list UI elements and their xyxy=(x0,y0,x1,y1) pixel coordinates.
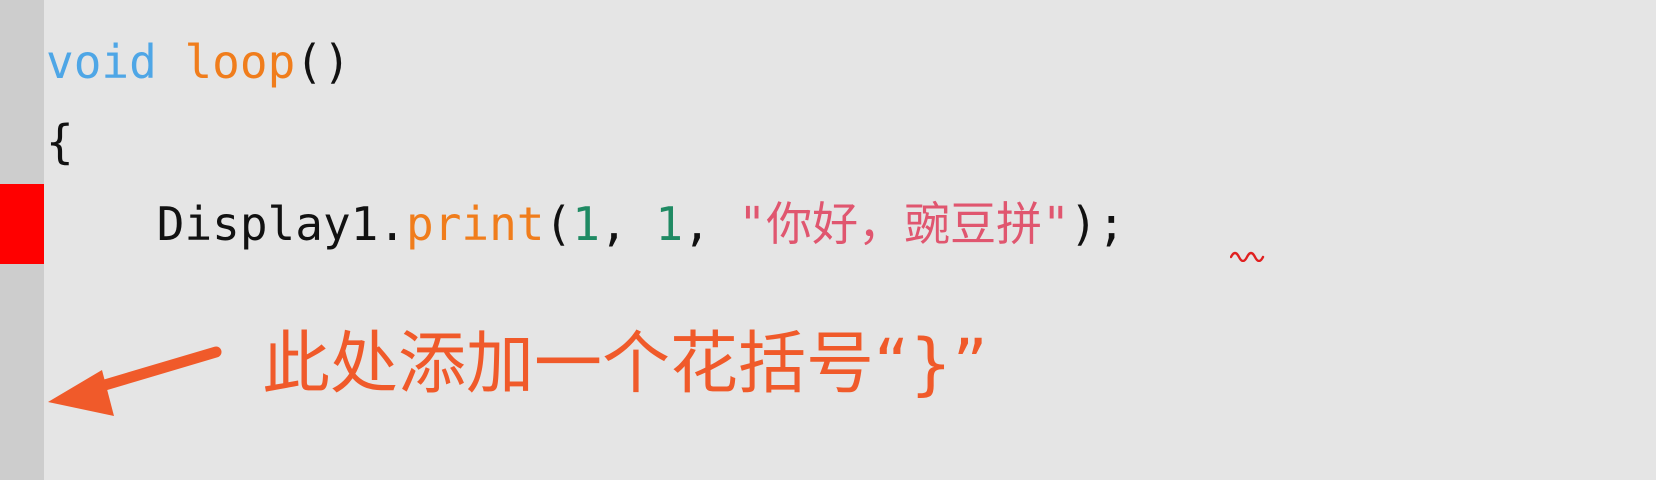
parens-token: () xyxy=(295,35,351,89)
open-paren: ( xyxy=(544,197,573,251)
number-arg-2: 1 xyxy=(655,197,684,251)
code-line-2[interactable]: { xyxy=(46,112,74,172)
method-print: print xyxy=(406,197,545,251)
semicolon-token: ; xyxy=(1097,197,1126,251)
function-name-loop: loop xyxy=(184,35,296,89)
comma-separator-1: , xyxy=(599,197,656,251)
arrow-left-down-icon xyxy=(48,346,222,416)
object-display1: Display1. xyxy=(156,197,407,251)
error-line-marker[interactable] xyxy=(0,184,44,264)
code-line-3[interactable]: Display1.print(1, 1, "你好，豌豆拼"); xyxy=(46,194,1125,254)
code-area[interactable]: void loop() { Display1.print(1, 1, "你好，豌… xyxy=(46,0,1125,378)
open-brace: { xyxy=(46,115,74,169)
close-paren: ) xyxy=(1069,197,1098,251)
code-line-1[interactable]: void loop() xyxy=(46,32,351,92)
keyword-void: void xyxy=(46,35,157,89)
annotation-note: 此处添加一个花括号“}” xyxy=(262,325,988,404)
code-editor[interactable]: void loop() { Display1.print(1, 1, "你好，豌… xyxy=(0,0,1656,480)
number-arg-1: 1 xyxy=(572,197,600,251)
comma-separator-2: , xyxy=(683,197,739,251)
string-literal: "你好，豌豆拼" xyxy=(738,197,1070,251)
indent-token xyxy=(46,197,157,251)
error-squiggle-icon xyxy=(1230,251,1265,262)
